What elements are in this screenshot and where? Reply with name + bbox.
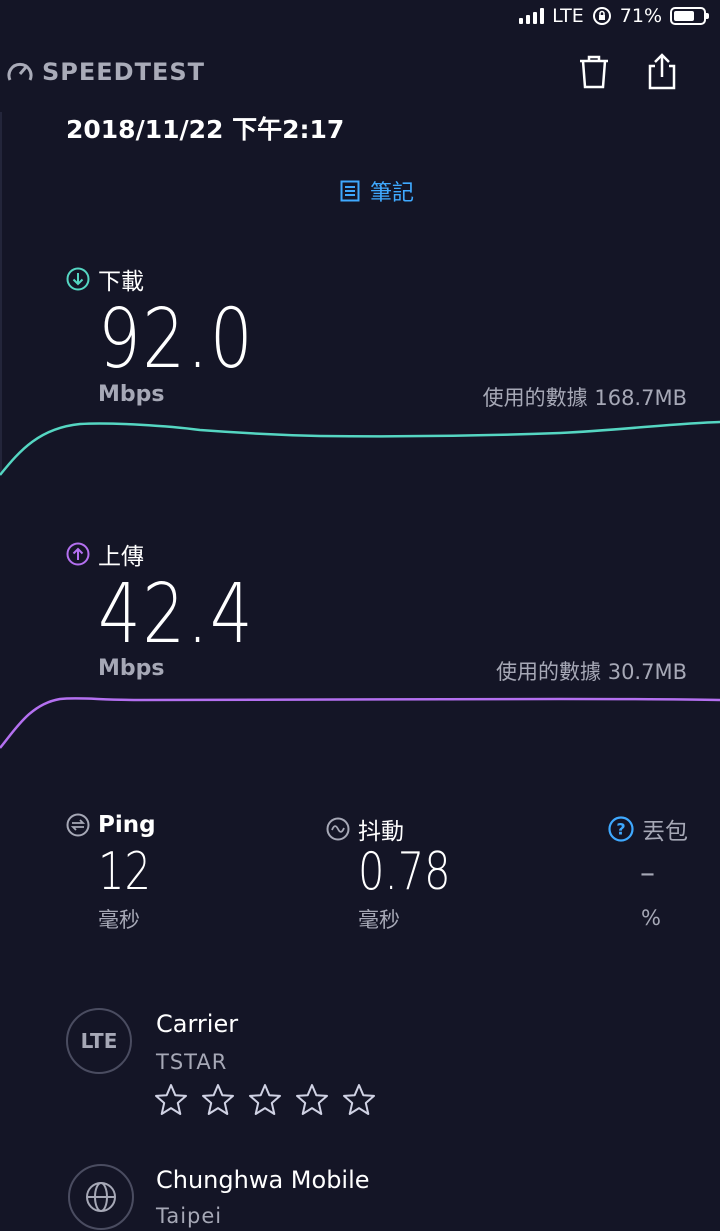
jitter-value: 0.78 — [358, 842, 451, 902]
svg-text:?: ? — [616, 820, 625, 839]
server-name: Chunghwa Mobile — [156, 1166, 370, 1194]
upload-speed-graph — [0, 697, 720, 749]
logo-text: SPEEDTEST — [42, 58, 206, 86]
jitter-label-text: 抖動 — [358, 819, 404, 845]
speedtest-result-screen: LTE 71% SPEEDTEST 2018/11/22 下午2:17 筆記 下… — [0, 0, 720, 1231]
help-question-icon: ? — [608, 816, 634, 842]
packet-loss-unit: % — [641, 906, 661, 930]
battery-icon — [670, 7, 709, 25]
download-speed-value: 92.0 — [98, 292, 255, 387]
upload-unit: Mbps — [98, 656, 165, 681]
carrier-rating[interactable] — [154, 1083, 376, 1117]
cellular-signal-icon — [519, 8, 545, 24]
packet-loss-value: – — [640, 856, 655, 891]
upload-arrow-icon — [66, 542, 90, 566]
battery-percent: 71% — [619, 5, 662, 27]
notes-icon — [340, 180, 360, 202]
jitter-label: 抖動 — [326, 812, 404, 846]
ping-icon — [66, 813, 90, 837]
download-arrow-icon — [66, 267, 90, 291]
jitter-wave-icon — [326, 817, 350, 841]
globe-icon — [86, 1182, 116, 1212]
ping-label: Ping — [66, 812, 156, 838]
status-bar: LTE 71% — [519, 0, 720, 32]
carrier-lte-badge: LTE — [66, 1008, 132, 1074]
rating-star-icon[interactable] — [295, 1083, 329, 1117]
rating-star-icon[interactable] — [342, 1083, 376, 1117]
ping-label-text: Ping — [98, 812, 156, 838]
server-badge — [68, 1164, 134, 1230]
carrier-badge-text: LTE — [80, 1029, 118, 1053]
carrier-name: TSTAR — [156, 1050, 228, 1074]
server-location: Taipei — [156, 1204, 223, 1228]
upload-label: 上傳 — [66, 537, 144, 571]
packet-loss-label-text: 丟包 — [642, 819, 688, 845]
download-label: 下載 — [66, 262, 144, 296]
network-type: LTE — [552, 5, 584, 27]
test-datetime: 2018/11/22 下午2:17 — [66, 115, 345, 144]
notes-label: 筆記 — [370, 181, 415, 206]
share-icon — [648, 53, 676, 90]
upload-label-text: 上傳 — [98, 544, 144, 570]
download-data-used: 使用的數據 168.7MB — [482, 386, 687, 410]
ping-value: 12 — [98, 842, 151, 902]
packet-loss-label[interactable]: ? 丟包 — [608, 812, 688, 846]
rotation-lock-icon — [592, 7, 611, 25]
rating-star-icon[interactable] — [154, 1083, 188, 1117]
upload-speed-value: 42.4 — [98, 567, 255, 662]
speedometer-icon — [7, 62, 33, 81]
trash-icon — [580, 55, 608, 89]
notes-button[interactable]: 筆記 — [340, 175, 414, 207]
download-speed-graph — [0, 420, 720, 476]
delete-button[interactable] — [576, 52, 612, 92]
carrier-title: Carrier — [156, 1010, 239, 1038]
jitter-unit: 毫秒 — [358, 908, 400, 932]
rating-star-icon[interactable] — [248, 1083, 282, 1117]
download-label-text: 下載 — [98, 269, 144, 295]
speedtest-logo: SPEEDTEST — [6, 58, 205, 86]
share-button[interactable] — [644, 52, 680, 92]
download-unit: Mbps — [98, 382, 165, 407]
ping-unit: 毫秒 — [98, 908, 140, 932]
rating-star-icon[interactable] — [201, 1083, 235, 1117]
